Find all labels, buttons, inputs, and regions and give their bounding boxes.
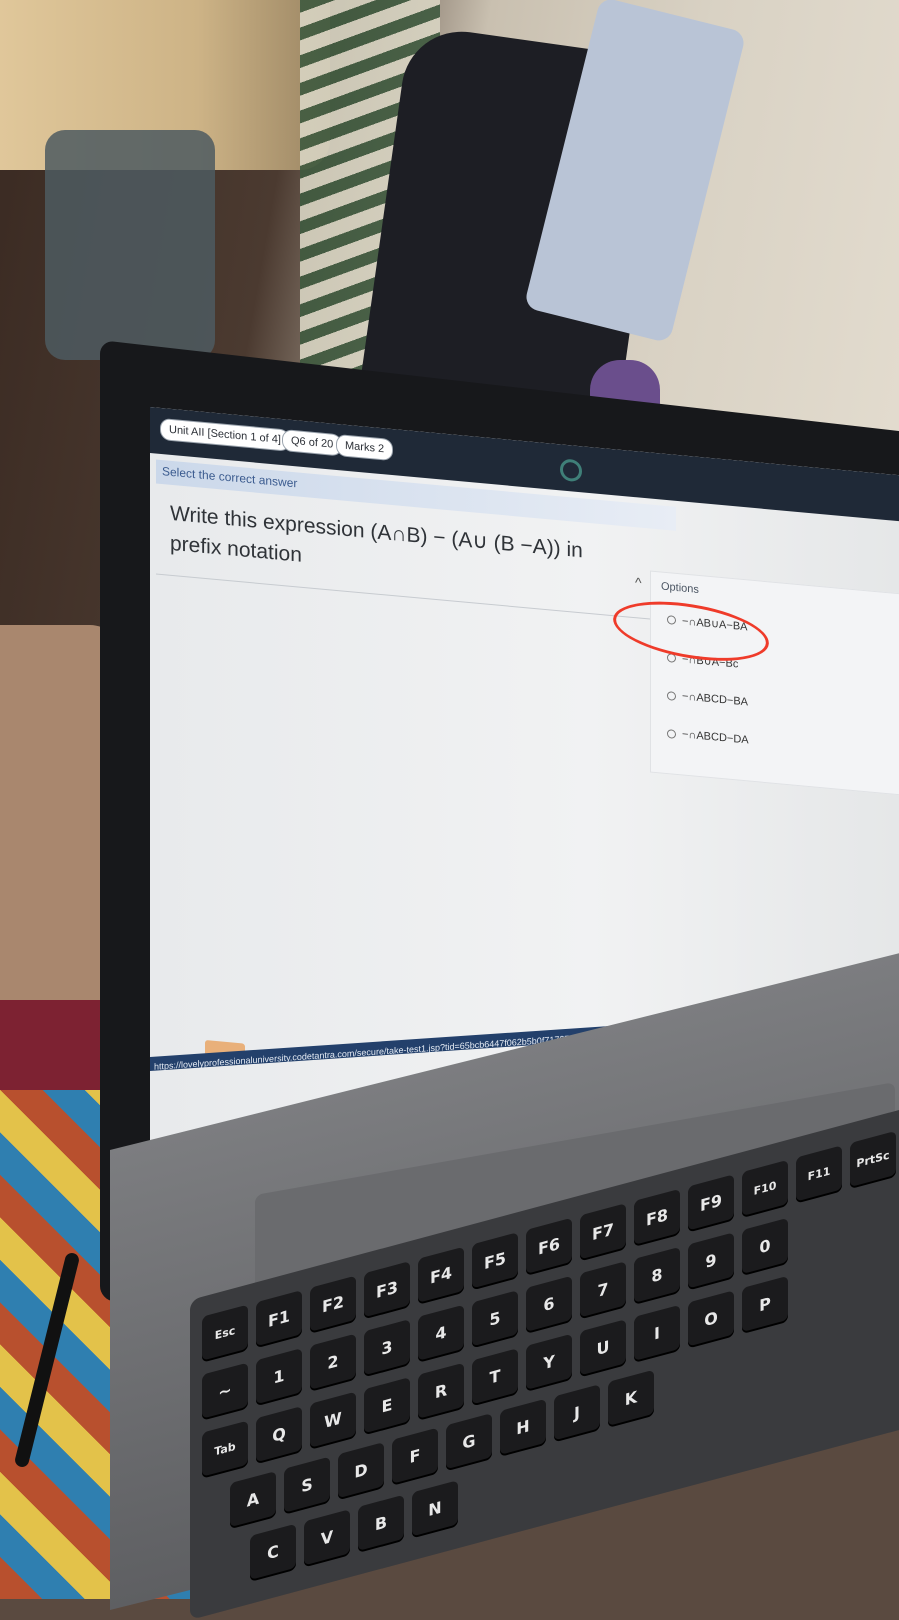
key-8[interactable]: 8 — [634, 1246, 680, 1304]
key-y[interactable]: Y — [526, 1333, 572, 1390]
key-7[interactable]: 7 — [580, 1261, 626, 1318]
key-q[interactable]: Q — [256, 1405, 302, 1463]
key-w[interactable]: W — [310, 1391, 356, 1448]
key-h[interactable]: H — [500, 1398, 546, 1455]
key-4[interactable]: 4 — [418, 1304, 464, 1361]
key-r[interactable]: R — [418, 1362, 464, 1419]
hanging-cloth — [45, 130, 215, 360]
key-b[interactable]: B — [358, 1494, 404, 1551]
key-e[interactable]: E — [364, 1377, 410, 1434]
key-o[interactable]: O — [688, 1290, 734, 1347]
key-f5[interactable]: F5 — [472, 1232, 518, 1289]
key-d[interactable]: D — [338, 1442, 384, 1499]
key-t[interactable]: T — [472, 1348, 518, 1405]
key-j[interactable]: J — [554, 1384, 600, 1441]
key-k[interactable]: K — [608, 1369, 654, 1426]
key-f9[interactable]: F9 — [688, 1174, 734, 1231]
key-n[interactable]: N — [412, 1480, 458, 1537]
codetantra-logo-icon — [560, 458, 582, 483]
key-prtsc[interactable]: PrtSc — [850, 1130, 896, 1188]
option-label: −∩ABCD−DA — [682, 728, 749, 747]
options-title: Options — [661, 580, 699, 596]
radio-icon[interactable] — [667, 690, 676, 701]
key-g[interactable]: G — [446, 1413, 492, 1470]
key-f11[interactable]: F11 — [796, 1145, 842, 1202]
marks-badge: Marks 2 — [336, 433, 394, 462]
collapse-caret-icon[interactable]: ^ — [635, 574, 642, 591]
question-number-badge[interactable]: Q6 of 20 — [282, 429, 343, 457]
key-f2[interactable]: F2 — [310, 1275, 356, 1332]
key-f4[interactable]: F4 — [418, 1246, 464, 1303]
key-f8[interactable]: F8 — [634, 1188, 680, 1246]
key-~[interactable]: ~ — [202, 1362, 248, 1419]
key-a[interactable]: A — [230, 1470, 276, 1528]
key-1[interactable]: 1 — [256, 1347, 302, 1405]
radio-icon[interactable] — [667, 728, 676, 739]
key-f6[interactable]: F6 — [526, 1217, 572, 1274]
key-5[interactable]: 5 — [472, 1290, 518, 1347]
key-f3[interactable]: F3 — [364, 1261, 410, 1318]
key-p[interactable]: P — [742, 1275, 788, 1333]
key-f1[interactable]: F1 — [256, 1289, 302, 1347]
section-badge[interactable]: Unit AII [Section 1 of 4] — [160, 417, 290, 452]
key-i[interactable]: I — [634, 1304, 680, 1362]
key-u[interactable]: U — [580, 1319, 626, 1376]
key-f[interactable]: F — [392, 1427, 438, 1484]
key-f7[interactable]: F7 — [580, 1203, 626, 1260]
key-3[interactable]: 3 — [364, 1319, 410, 1376]
key-tab[interactable]: Tab — [202, 1420, 248, 1477]
key-f10[interactable]: F10 — [742, 1159, 788, 1217]
key-c[interactable]: C — [250, 1523, 296, 1580]
key-0[interactable]: 0 — [742, 1217, 788, 1275]
bed-sheet — [0, 1000, 110, 1090]
option-label: −∩ABCD−BA — [682, 690, 748, 709]
option-4[interactable]: −∩ABCD−DA — [667, 727, 749, 746]
option-3[interactable]: −∩ABCD−BA — [667, 689, 748, 708]
key-v[interactable]: V — [304, 1509, 350, 1566]
key-2[interactable]: 2 — [310, 1333, 356, 1390]
key-9[interactable]: 9 — [688, 1232, 734, 1289]
key-esc[interactable]: Esc — [202, 1304, 248, 1361]
key-6[interactable]: 6 — [526, 1275, 572, 1332]
key-s[interactable]: S — [284, 1456, 330, 1513]
